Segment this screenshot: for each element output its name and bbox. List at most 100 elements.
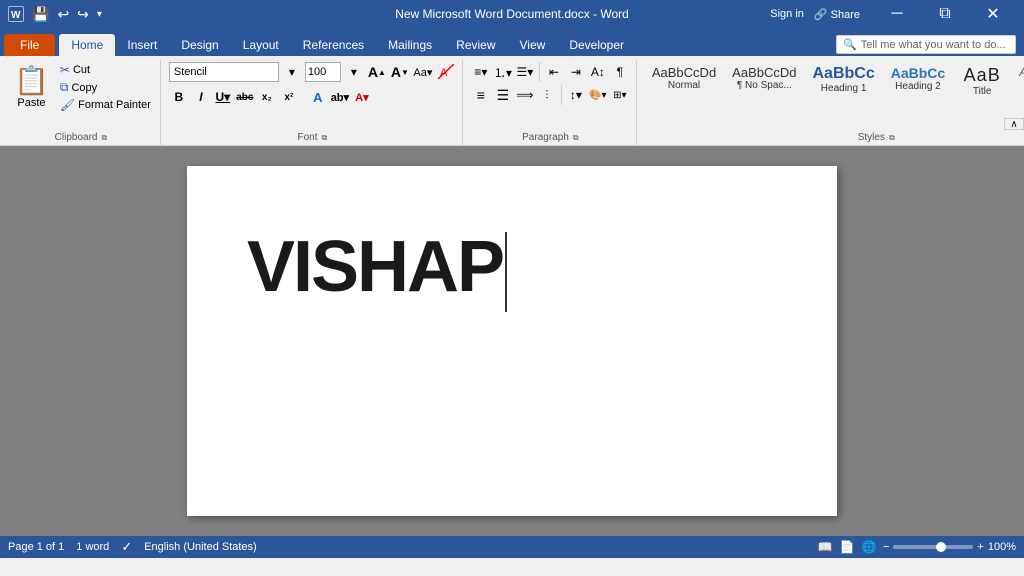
collapse-ribbon-btn[interactable]: ∧ bbox=[1004, 118, 1024, 130]
tab-file[interactable]: File bbox=[4, 34, 55, 56]
tab-layout[interactable]: Layout bbox=[231, 34, 291, 56]
restore-btn[interactable]: ⧉ bbox=[922, 0, 968, 28]
tab-developer[interactable]: Developer bbox=[557, 34, 636, 56]
align-right-btn[interactable]: ⟹ bbox=[515, 85, 535, 105]
style-no-spacing-preview: AaBbCcDd bbox=[732, 65, 796, 80]
scissors-icon: ✂ bbox=[60, 63, 70, 77]
clipboard-content: 📋 Paste ✂ Cut ⧉ Copy 🖌 Format Painter bbox=[8, 60, 154, 130]
font-expand-icon[interactable]: ⧉ bbox=[322, 133, 328, 143]
font-color-btn[interactable]: A▾ bbox=[352, 87, 372, 107]
style-title[interactable]: AaB Title bbox=[954, 62, 1010, 100]
title-bar: W 💾 ↩ ↪ ▾ New Microsoft Word Document.do… bbox=[0, 0, 1024, 28]
bullets-btn[interactable]: ≡▾ bbox=[471, 62, 491, 82]
subscript-btn[interactable]: x₂ bbox=[257, 87, 277, 107]
document-area: VISHAP bbox=[0, 146, 1024, 536]
change-case-btn[interactable]: Aa▾ bbox=[413, 62, 433, 82]
line-spacing-btn[interactable]: ↕▾ bbox=[566, 85, 586, 105]
style-normal-preview: AaBbCcDd bbox=[652, 65, 716, 80]
tab-home[interactable]: Home bbox=[59, 34, 115, 56]
style-heading2[interactable]: AaBbCc Heading 2 bbox=[884, 62, 952, 100]
font-size-dropdown[interactable]: ▾ bbox=[344, 62, 364, 82]
justify-btn[interactable]: ⫶ bbox=[537, 85, 557, 105]
zoom-level: 100% bbox=[988, 541, 1016, 553]
status-right: 📖 📄 🌐 − + 100% bbox=[817, 539, 1016, 555]
underline-btn[interactable]: U▾ bbox=[213, 87, 233, 107]
clipboard-sub: ✂ Cut ⧉ Copy 🖌 Format Painter bbox=[57, 62, 154, 113]
search-field[interactable]: 🔍 Tell me what you want to do... bbox=[836, 35, 1016, 54]
read-mode-icon[interactable]: 📖 bbox=[817, 539, 833, 555]
customize-btn[interactable]: ▾ bbox=[97, 9, 102, 20]
paste-label: Paste bbox=[17, 97, 45, 109]
zoom-slider[interactable] bbox=[893, 545, 973, 549]
print-layout-icon[interactable]: 📄 bbox=[839, 539, 855, 555]
align-left-btn[interactable]: ≡ bbox=[471, 85, 491, 105]
decrease-indent-btn[interactable]: ⇤ bbox=[544, 62, 564, 82]
clear-format-btn[interactable]: A bbox=[436, 62, 456, 82]
zoom-in-btn[interactable]: + bbox=[977, 541, 983, 553]
ribbon-tabs: File Home Insert Design Layout Reference… bbox=[0, 28, 1024, 56]
redo-btn[interactable]: ↪ bbox=[77, 6, 89, 23]
font-row-1: ▾ ▾ A▲ A▼ Aa▾ A bbox=[169, 62, 456, 82]
paste-btn[interactable]: 📋 Paste bbox=[8, 62, 55, 111]
style-normal[interactable]: AaBbCcDd Normal bbox=[645, 62, 723, 100]
tab-design[interactable]: Design bbox=[169, 34, 230, 56]
para-row-2: ≡ ☰ ⟹ ⫶ ↕▾ 🎨▾ ⊞▾ bbox=[471, 85, 630, 105]
style-no-spacing[interactable]: AaBbCcDd ¶ No Spac... bbox=[725, 62, 803, 100]
word-count: 1 word bbox=[76, 541, 109, 553]
proofread-icon[interactable]: ✓ bbox=[121, 539, 132, 555]
save-btn[interactable]: 💾 bbox=[32, 6, 49, 23]
tab-mailings[interactable]: Mailings bbox=[376, 34, 444, 56]
bold-btn[interactable]: B bbox=[169, 87, 189, 107]
italic-btn[interactable]: I bbox=[191, 87, 211, 107]
increase-font-btn[interactable]: A▲ bbox=[367, 62, 387, 82]
tab-review[interactable]: Review bbox=[444, 34, 507, 56]
decrease-font-btn[interactable]: A▼ bbox=[390, 62, 410, 82]
paragraph-label: Paragraph ⧉ bbox=[522, 130, 578, 143]
minimize-btn[interactable]: ─ bbox=[874, 0, 920, 28]
increase-indent-btn[interactable]: ⇥ bbox=[566, 62, 586, 82]
web-layout-icon[interactable]: 🌐 bbox=[861, 539, 877, 555]
text-effect-btn[interactable]: A bbox=[308, 87, 328, 107]
cut-label: Cut bbox=[73, 64, 90, 76]
align-center-btn[interactable]: ☰ bbox=[493, 85, 513, 105]
style-subtitle[interactable]: AaBbCcDd Subtitle bbox=[1012, 62, 1024, 100]
style-title-label: Title bbox=[973, 86, 992, 97]
clipboard-expand-icon[interactable]: ⧉ bbox=[101, 133, 107, 143]
multilevel-btn[interactable]: ☰▾ bbox=[515, 62, 535, 82]
zoom-out-btn[interactable]: − bbox=[883, 541, 889, 553]
tab-view[interactable]: View bbox=[508, 34, 558, 56]
tab-insert[interactable]: Insert bbox=[115, 34, 169, 56]
highlight-btn[interactable]: ab▾ bbox=[330, 87, 350, 107]
font-row-2: B I U▾ abc x₂ x² A ab▾ A▾ bbox=[169, 87, 372, 107]
borders-btn[interactable]: ⊞▾ bbox=[610, 85, 630, 105]
strikethrough-btn[interactable]: abc bbox=[235, 87, 255, 107]
word-icon: W bbox=[8, 6, 24, 22]
ribbon-right: 🔍 Tell me what you want to do... bbox=[836, 35, 1024, 56]
document-page[interactable]: VISHAP bbox=[187, 166, 837, 516]
superscript-btn[interactable]: x² bbox=[279, 87, 299, 107]
format-painter-btn[interactable]: 🖌 Format Painter bbox=[57, 97, 154, 113]
paragraph-expand-icon[interactable]: ⧉ bbox=[573, 133, 579, 143]
show-marks-btn[interactable]: ¶ bbox=[610, 62, 630, 82]
styles-expand-icon[interactable]: ⧉ bbox=[889, 133, 895, 143]
sort-btn[interactable]: A↕ bbox=[588, 62, 608, 82]
close-btn[interactable]: ✕ bbox=[970, 0, 1016, 28]
tab-references[interactable]: References bbox=[291, 34, 376, 56]
font-size-input[interactable] bbox=[305, 62, 341, 82]
font-name-input[interactable] bbox=[169, 62, 279, 82]
language[interactable]: English (United States) bbox=[144, 541, 257, 553]
font-content: ▾ ▾ A▲ A▼ Aa▾ A B I U▾ abc x₂ x² A ab▾ bbox=[169, 60, 456, 130]
numbering-btn[interactable]: ⒈▾ bbox=[493, 62, 513, 82]
copy-btn[interactable]: ⧉ Copy bbox=[57, 79, 154, 96]
format-painter-label: Format Painter bbox=[78, 99, 151, 111]
style-normal-label: Normal bbox=[668, 80, 700, 91]
sign-in-btn[interactable]: Sign in bbox=[770, 8, 804, 20]
cut-btn[interactable]: ✂ Cut bbox=[57, 62, 154, 78]
shading-btn[interactable]: 🎨▾ bbox=[588, 85, 608, 105]
font-name-dropdown[interactable]: ▾ bbox=[282, 62, 302, 82]
ribbon: 📋 Paste ✂ Cut ⧉ Copy 🖌 Format Painter C bbox=[0, 56, 1024, 146]
undo-btn[interactable]: ↩ bbox=[57, 6, 69, 23]
style-heading1[interactable]: AaBbCc Heading 1 bbox=[805, 62, 881, 100]
share-btn[interactable]: 🔗 Share bbox=[814, 8, 860, 21]
font-label: Font ⧉ bbox=[297, 130, 327, 143]
